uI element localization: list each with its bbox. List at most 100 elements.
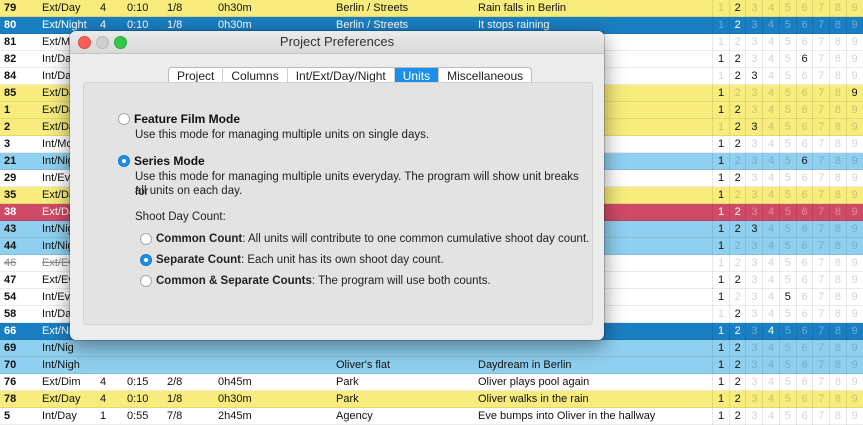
unit-cell[interactable]: 5: [778, 119, 796, 136]
unit-cell[interactable]: 1: [712, 323, 729, 340]
unit-cell[interactable]: 9: [845, 374, 863, 391]
unit-cell[interactable]: 6: [795, 51, 813, 68]
unit-cell[interactable]: 1: [712, 17, 729, 34]
unit-cell[interactable]: 3: [745, 85, 762, 102]
unit-cell[interactable]: 4: [762, 102, 779, 119]
unit-cell[interactable]: 1: [712, 102, 729, 119]
unit-cell[interactable]: 6: [795, 153, 813, 170]
unit-cell[interactable]: 4: [762, 34, 779, 51]
unit-cell[interactable]: 1: [712, 340, 729, 357]
unit-cell[interactable]: 9: [845, 68, 863, 85]
unit-cell[interactable]: 8: [828, 323, 846, 340]
unit-cell[interactable]: 9: [845, 391, 863, 408]
unit-cell[interactable]: 9: [845, 17, 863, 34]
unit-cell[interactable]: 7: [812, 68, 829, 85]
unit-cell[interactable]: 5: [778, 340, 796, 357]
unit-cell[interactable]: 6: [795, 34, 813, 51]
unit-cell[interactable]: 3: [745, 153, 762, 170]
unit-cell[interactable]: 6: [795, 255, 813, 272]
unit-cell[interactable]: 2: [728, 17, 746, 34]
unit-cell[interactable]: 2: [728, 391, 746, 408]
common-and-separate-counts-radio[interactable]: [140, 275, 152, 287]
unit-cell[interactable]: 9: [845, 204, 863, 221]
unit-cell[interactable]: 9: [845, 306, 863, 323]
unit-cell[interactable]: 9: [845, 272, 863, 289]
unit-cell[interactable]: 5: [778, 136, 796, 153]
unit-cell[interactable]: 7: [812, 0, 829, 17]
unit-cell[interactable]: 2: [728, 289, 746, 306]
unit-cell[interactable]: 3: [745, 255, 762, 272]
unit-cell[interactable]: 4: [762, 17, 779, 34]
unit-cell[interactable]: 1: [712, 408, 729, 425]
unit-cell[interactable]: 2: [728, 102, 746, 119]
unit-cell[interactable]: 8: [828, 34, 846, 51]
unit-cell[interactable]: 5: [778, 170, 796, 187]
unit-cell[interactable]: 8: [828, 136, 846, 153]
unit-cell[interactable]: 7: [812, 17, 829, 34]
unit-cell[interactable]: 7: [812, 85, 829, 102]
unit-cell[interactable]: 7: [812, 306, 829, 323]
unit-cell[interactable]: 6: [795, 119, 813, 136]
unit-cell[interactable]: 3: [745, 0, 762, 17]
unit-cell[interactable]: 2: [728, 357, 746, 374]
unit-cell[interactable]: 1: [712, 272, 729, 289]
unit-cell[interactable]: 8: [828, 255, 846, 272]
table-row[interactable]: 5 Int/Day 1 0:55 7/8 2h45m Agency Eve bumps int…: [0, 408, 863, 425]
unit-cell[interactable]: 3: [745, 204, 762, 221]
unit-cell[interactable]: 3: [745, 68, 762, 85]
unit-cell[interactable]: 7: [812, 51, 829, 68]
unit-cell[interactable]: 3: [745, 238, 762, 255]
unit-cell[interactable]: 9: [845, 170, 863, 187]
unit-cell[interactable]: 7: [812, 408, 829, 425]
table-row[interactable]: 69 Int/Nig 1 2 3 4 5 6 7 8 9: [0, 340, 863, 357]
unit-cell[interactable]: 8: [828, 340, 846, 357]
feature-film-mode-label[interactable]: Feature Film Mode: [134, 112, 240, 126]
unit-cell[interactable]: 9: [845, 238, 863, 255]
unit-cell[interactable]: 7: [812, 136, 829, 153]
unit-cell[interactable]: 5: [778, 204, 796, 221]
unit-cell[interactable]: 2: [728, 408, 746, 425]
unit-cell[interactable]: 4: [762, 51, 779, 68]
unit-cell[interactable]: 5: [778, 17, 796, 34]
table-row[interactable]: 79 Ext/Day 4 0:10 1/8 0h30m Berlin / Streets Ra…: [0, 0, 863, 17]
unit-cell[interactable]: 4: [762, 323, 779, 340]
series-mode-label[interactable]: Series Mode: [134, 154, 205, 168]
unit-cell[interactable]: 2: [728, 68, 746, 85]
separate-count-radio[interactable]: [140, 254, 152, 266]
unit-cell[interactable]: 6: [795, 323, 813, 340]
unit-cell[interactable]: 1: [712, 204, 729, 221]
unit-cell[interactable]: 8: [828, 272, 846, 289]
unit-cell[interactable]: 6: [795, 221, 813, 238]
unit-cell[interactable]: 9: [845, 255, 863, 272]
unit-cell[interactable]: 5: [778, 68, 796, 85]
unit-cell[interactable]: 5: [778, 391, 796, 408]
unit-cell[interactable]: 2: [728, 221, 746, 238]
unit-cell[interactable]: 8: [828, 102, 846, 119]
unit-cell[interactable]: 7: [812, 119, 829, 136]
unit-cell[interactable]: 2: [728, 238, 746, 255]
unit-cell[interactable]: 4: [762, 204, 779, 221]
unit-cell[interactable]: 1: [712, 85, 729, 102]
unit-cell[interactable]: 1: [712, 289, 729, 306]
unit-cell[interactable]: 1: [712, 170, 729, 187]
unit-cell[interactable]: 5: [778, 51, 796, 68]
unit-cell[interactable]: 6: [795, 102, 813, 119]
unit-cell[interactable]: 3: [745, 272, 762, 289]
unit-cell[interactable]: 1: [712, 221, 729, 238]
unit-cell[interactable]: 7: [812, 340, 829, 357]
unit-cell[interactable]: 2: [728, 51, 746, 68]
unit-cell[interactable]: 4: [762, 289, 779, 306]
unit-cell[interactable]: 6: [795, 187, 813, 204]
unit-cell[interactable]: 3: [745, 289, 762, 306]
unit-cell[interactable]: 1: [712, 357, 729, 374]
unit-cell[interactable]: 4: [762, 221, 779, 238]
unit-cell[interactable]: 1: [712, 136, 729, 153]
unit-cell[interactable]: 8: [828, 374, 846, 391]
unit-cell[interactable]: 4: [762, 153, 779, 170]
series-mode-radio[interactable]: [118, 155, 130, 167]
unit-cell[interactable]: 8: [828, 17, 846, 34]
unit-cell[interactable]: 3: [745, 119, 762, 136]
unit-cell[interactable]: 8: [828, 119, 846, 136]
unit-cell[interactable]: 5: [778, 102, 796, 119]
unit-cell[interactable]: 7: [812, 204, 829, 221]
